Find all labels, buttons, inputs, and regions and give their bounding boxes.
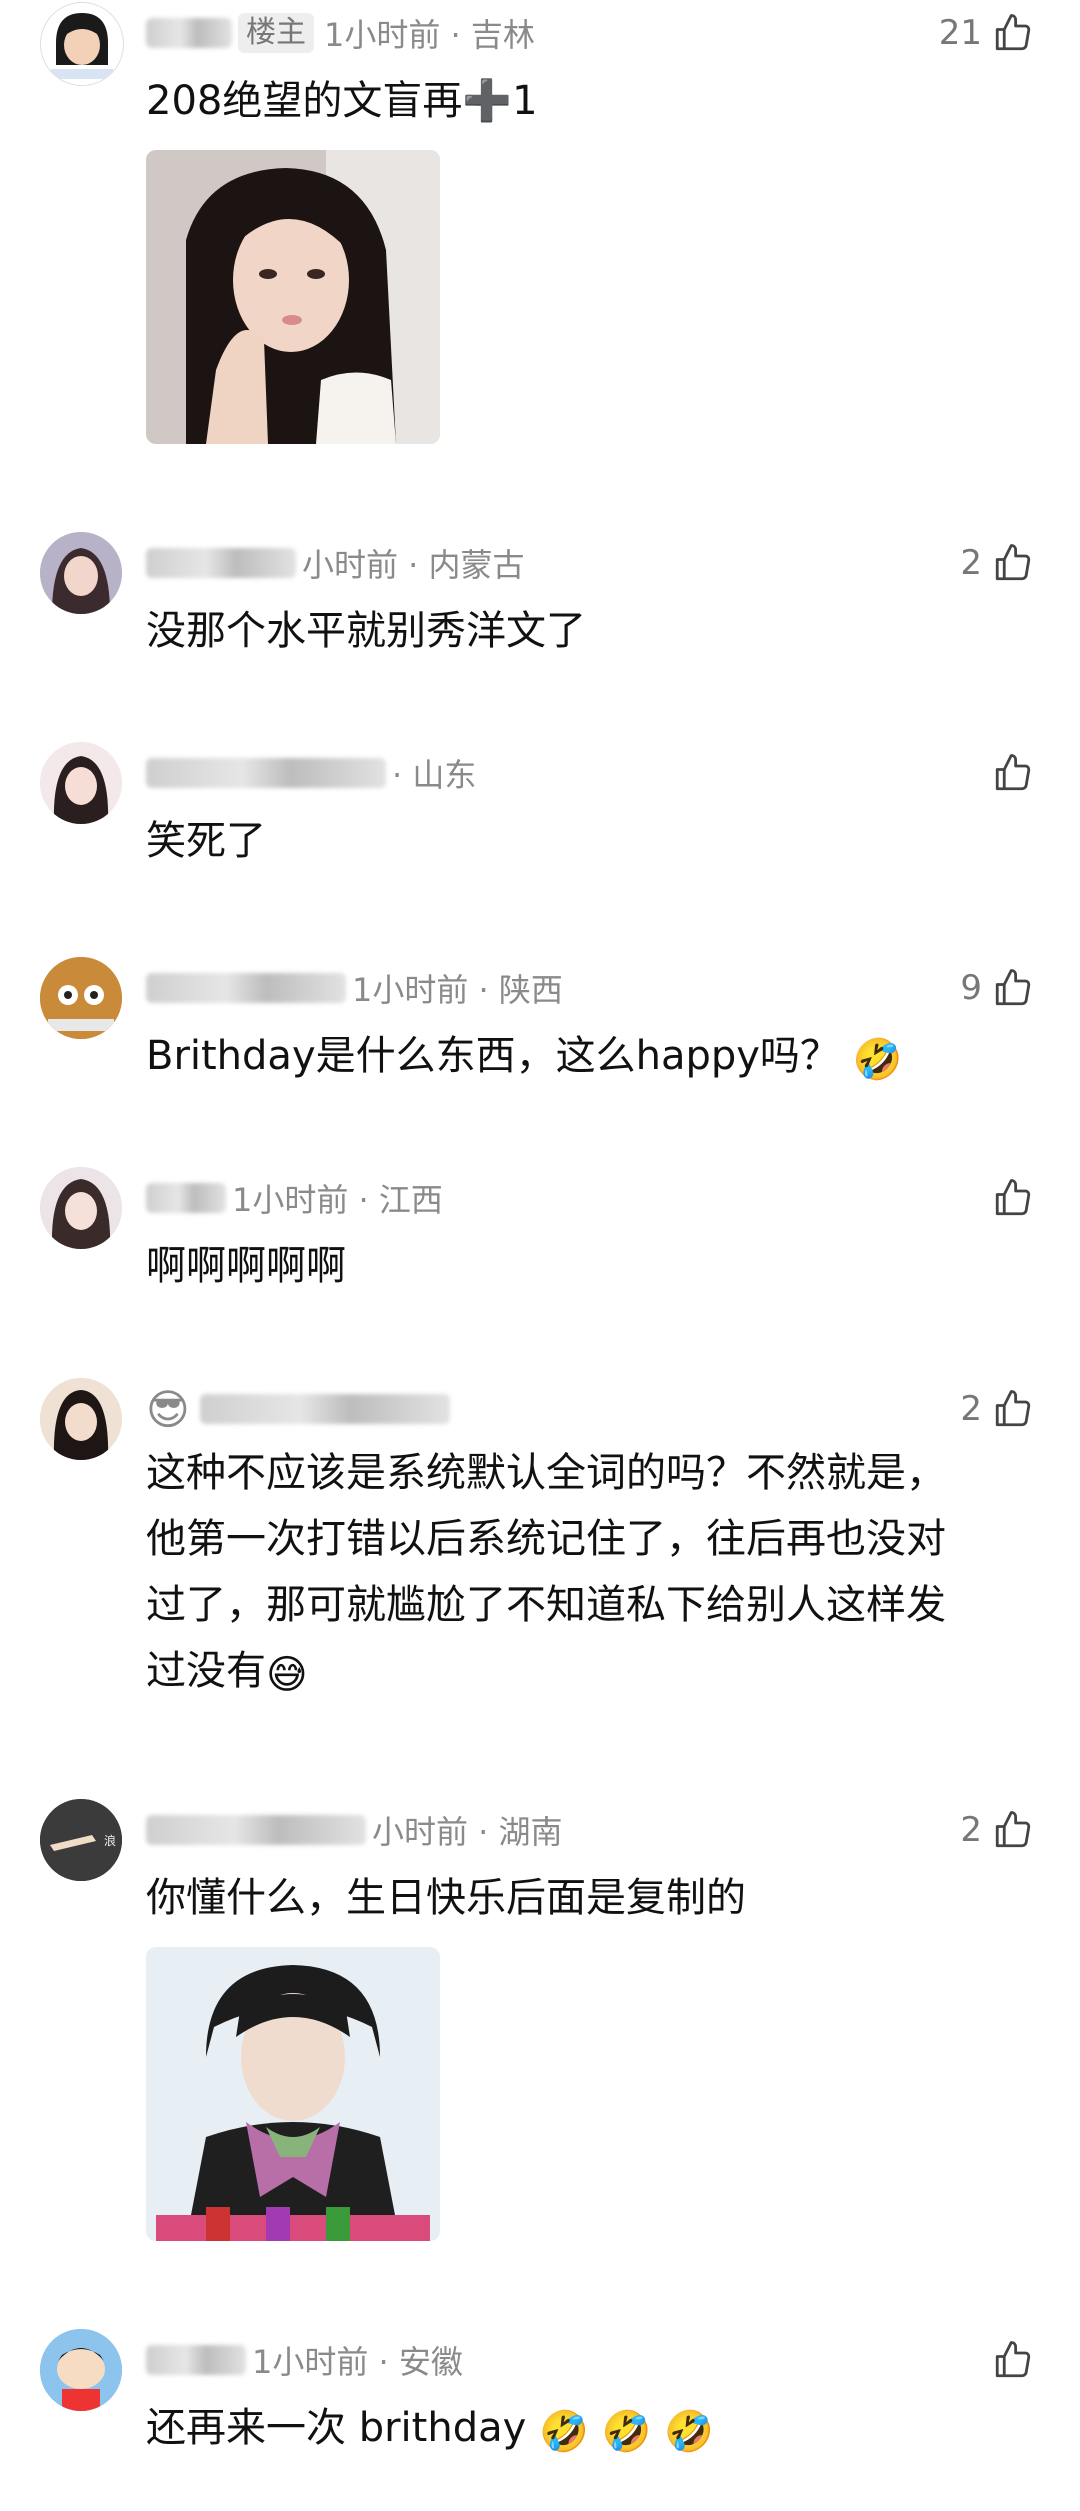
svg-text:浪: 浪 [104, 1833, 116, 1848]
time-location: 1小时前 · 安徽 [252, 2343, 463, 2381]
comment-text-body: Brithday是什么东西，这么happy吗？ [146, 1033, 840, 1079]
comment-text: Brithday是什么东西，这么happy吗？ 🤣 [146, 1023, 1026, 1089]
like-button[interactable] [982, 2335, 1034, 2385]
comment-text: 还再来一次 brithday 🤣 🤣 🤣 [146, 2395, 1026, 2461]
comment-text-line: 过没有 [146, 1648, 266, 1694]
thumbs-up-icon [995, 544, 1031, 581]
comment-text: 笑死了 [146, 818, 266, 864]
thumbs-up-icon [995, 1179, 1031, 1216]
thumbs-up-icon [995, 1811, 1031, 1848]
like-count: 9 [960, 968, 982, 1008]
time-location: 小时前 · 内蒙古 [302, 546, 525, 584]
comment-text: 这种不应该是系统默认全词的吗？不然就是， 他第一次打错以后系统记住了，往后再也没… [146, 1440, 1026, 1704]
comment-text-line: 他第一次打错以后系统记住了，往后再也没对 [146, 1516, 946, 1562]
thumbs-up-icon [995, 1390, 1031, 1427]
time-location: 小时前 · 湖南 [372, 1813, 563, 1851]
avatar[interactable]: 浪 [40, 1799, 122, 1881]
avatar[interactable] [40, 957, 122, 1039]
comment-image[interactable] [146, 150, 440, 444]
comment-text-body: 还再来一次 brithday [146, 2405, 527, 2451]
time-location: 1小时前 · 陕西 [352, 971, 563, 1009]
comment-text: 没那个水平就别秀洋文了 [146, 608, 586, 654]
sunglasses-emoji: 😎 [146, 1384, 190, 1434]
like-button[interactable] [982, 748, 1034, 798]
time-location: 1小时前 · 吉林 [324, 16, 535, 54]
thumbs-up-icon [995, 754, 1031, 791]
comment-meta: 小时前 · 湖南 [146, 1805, 563, 1855]
like-count: 2 [960, 1389, 982, 1429]
comment-image[interactable] [146, 1947, 440, 2241]
like-button[interactable]: 21 [939, 8, 1034, 58]
comment-meta: 1小时前 · 安徽 [146, 2335, 463, 2385]
avatar[interactable] [40, 1167, 122, 1249]
comment-text-line: 这种不应该是系统默认全词的吗？不然就是， [146, 1450, 946, 1496]
thumbs-up-icon [995, 14, 1031, 51]
like-button[interactable]: 2 [960, 538, 1034, 588]
avatar[interactable] [40, 1378, 122, 1460]
like-button[interactable] [982, 1173, 1034, 1223]
like-count: 2 [960, 543, 982, 583]
like-button[interactable]: 2 [960, 1384, 1034, 1434]
comment-meta: · 山东 [146, 748, 476, 798]
comment-meta: 1小时前 · 江西 [146, 1173, 443, 1223]
sweat-smile-emoji: 😅 [266, 1652, 308, 1698]
like-button[interactable]: 9 [960, 963, 1034, 1013]
thumbs-up-icon [995, 2341, 1031, 2378]
avatar[interactable] [40, 2, 124, 86]
avatar[interactable] [40, 2329, 122, 2411]
owner-badge: 楼主 [238, 13, 314, 53]
comment-text: 啊啊啊啊啊 [146, 1243, 346, 1289]
like-count: 21 [938, 13, 982, 53]
rofl-emoji: 🤣 [852, 1037, 903, 1083]
comment-text: 你懂什么，生日快乐后面是复制的 [146, 1875, 746, 1921]
comment-text: 208绝望的文盲再➕1 [146, 78, 538, 124]
time-location: · 山东 [392, 756, 477, 794]
avatar[interactable] [40, 742, 122, 824]
avatar[interactable] [40, 532, 122, 614]
comment-meta: 小时前 · 内蒙古 [146, 538, 525, 588]
comment-text-line: 过了，那可就尴尬了不知道私下给别人这样发 [146, 1582, 946, 1628]
like-button[interactable]: 2 [960, 1805, 1034, 1855]
like-count: 2 [960, 1810, 982, 1850]
comment-meta: 😎 [146, 1384, 456, 1434]
time-location: 1小时前 · 江西 [232, 1181, 443, 1219]
comment-meta: 1小时前 · 陕西 [146, 963, 563, 1013]
thumbs-up-icon [995, 969, 1031, 1006]
rofl-emoji: 🤣 🤣 🤣 [539, 2409, 714, 2455]
comment-meta: 楼主 1小时前 · 吉林 [146, 8, 535, 58]
